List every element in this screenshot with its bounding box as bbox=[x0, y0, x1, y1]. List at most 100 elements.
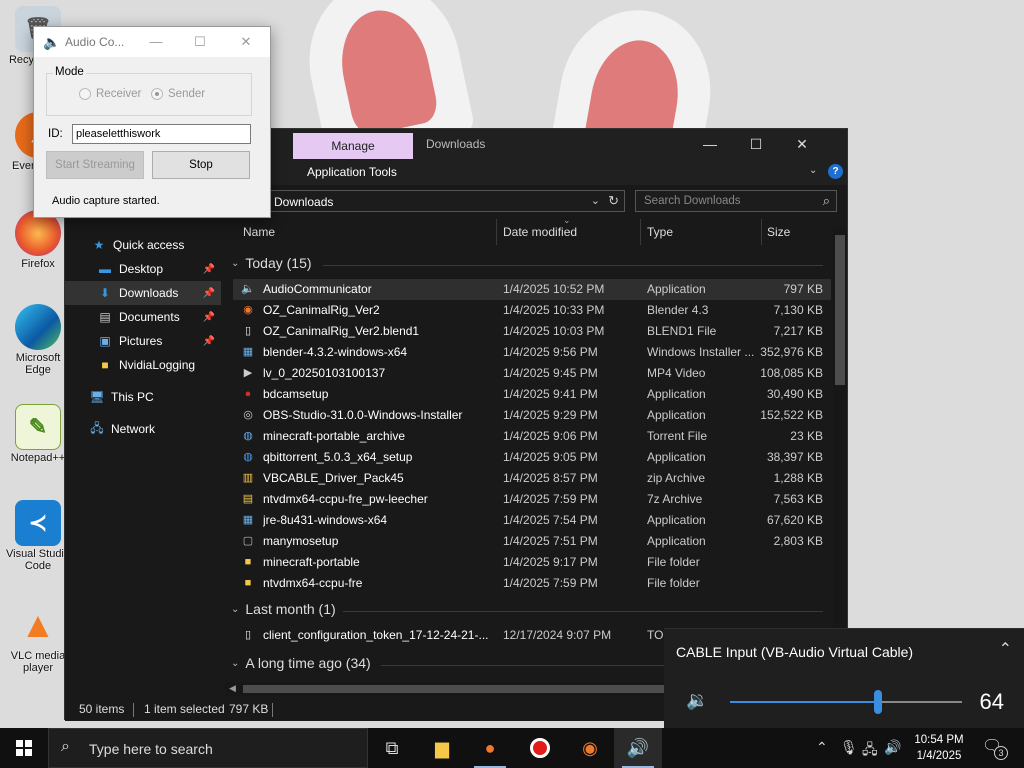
audio-device-name[interactable]: CABLE Input (VB-Audio Virtual Cable) bbox=[676, 644, 913, 660]
tab-application-tools[interactable]: Application Tools bbox=[307, 165, 397, 179]
tab-manage[interactable]: Manage bbox=[293, 133, 413, 160]
table-row[interactable]: ◎ OBS-Studio-31.0.0-Windows-Installer 1/4/… bbox=[233, 405, 831, 426]
table-row[interactable]: 🔈 AudioCommunicator 1/4/2025 10:52 PM Appli… bbox=[233, 279, 831, 300]
close-button[interactable]: ✕ bbox=[226, 27, 266, 57]
table-row[interactable]: ▥ VBCABLE_Driver_Pack45 1/4/2025 8:57 PM zi… bbox=[233, 468, 831, 489]
file-size: 23 KB bbox=[790, 429, 823, 443]
taskbar: ⌕ Type here to search ⧉ ▆ ● ◉ 🔊 ⌃ 🎙 🖧 🔊 … bbox=[0, 728, 1024, 768]
table-row[interactable]: ■ ntvdmx64-ccpu-fre 1/4/2025 7:59 PM File f… bbox=[233, 573, 831, 594]
column-divider[interactable] bbox=[761, 219, 762, 245]
group-header-last-month[interactable]: ⌄ Last month (1) bbox=[231, 601, 823, 617]
taskbar-recorder[interactable] bbox=[516, 728, 564, 768]
volume-icon[interactable]: 🔊 bbox=[884, 739, 901, 756]
vscode-icon: ≺ bbox=[15, 500, 61, 546]
speaker-icon[interactable]: 🔉 bbox=[686, 690, 708, 711]
taskbar-search[interactable]: ⌕ Type here to search bbox=[48, 728, 368, 768]
chevron-up-icon[interactable]: ⌃ bbox=[816, 739, 828, 756]
file-date: 1/4/2025 10:33 PM bbox=[503, 303, 605, 317]
file-name: OZ_CanimalRig_Ver2 bbox=[263, 303, 380, 317]
network-icon[interactable]: 🖧 bbox=[862, 739, 878, 763]
id-input[interactable] bbox=[72, 124, 251, 144]
column-divider[interactable] bbox=[640, 219, 641, 245]
nav-item-network[interactable]: 🖧 Network bbox=[65, 417, 221, 441]
volume-slider[interactable] bbox=[730, 690, 962, 714]
table-row[interactable]: ▯ OZ_CanimalRig_Ver2.blend1 1/4/2025 10:03… bbox=[233, 321, 831, 342]
file-type: Application bbox=[647, 534, 706, 548]
group-header-today[interactable]: ⌄ Today (15) bbox=[231, 255, 823, 271]
maximize-button[interactable]: ☐ bbox=[733, 129, 779, 159]
chevron-down-icon[interactable]: ⌄ bbox=[591, 194, 600, 207]
document-icon: ▤ bbox=[99, 310, 111, 324]
table-row[interactable]: ▶ lv_0_20250103100137 1/4/2025 9:45 PM MP4 … bbox=[233, 363, 831, 384]
table-row[interactable]: ▦ jre-8u431-windows-x64 1/4/2025 7:54 PM Ap… bbox=[233, 510, 831, 531]
desktop-icon-edge[interactable]: Microsoft Edge bbox=[4, 304, 72, 376]
nav-item-downloads[interactable]: ⬇ Downloads 📌 bbox=[65, 281, 221, 305]
table-row[interactable]: ■ minecraft-portable 1/4/2025 9:17 PM File … bbox=[233, 552, 831, 573]
start-button[interactable] bbox=[0, 728, 48, 768]
column-header-size[interactable]: Size bbox=[767, 225, 790, 253]
column-divider[interactable] bbox=[496, 219, 497, 245]
table-row[interactable]: ▢ manymosetup 1/4/2025 7:51 PM Application 2… bbox=[233, 531, 831, 552]
taskbar-file-explorer[interactable]: ▆ bbox=[418, 728, 466, 768]
table-row[interactable]: ▦ blender-4.3.2-windows-x64 1/4/2025 9:56 … bbox=[233, 342, 831, 363]
chevron-up-icon[interactable]: ⌃ bbox=[999, 639, 1012, 659]
group-header-long-ago[interactable]: ⌄ A long time ago (34) bbox=[231, 655, 823, 671]
table-row[interactable]: ● bdcamsetup 1/4/2025 9:41 PM Application 30… bbox=[233, 384, 831, 405]
folder-icon: ■ bbox=[244, 577, 252, 589]
file-size: 67,620 KB bbox=[766, 513, 823, 527]
refresh-icon[interactable]: ↻ bbox=[608, 193, 619, 209]
close-button[interactable]: ✕ bbox=[779, 129, 825, 159]
table-row[interactable]: ▤ ntvdmx64-ccpu-fre_pw-leecher 1/4/2025 7:… bbox=[233, 489, 831, 510]
scroll-left-icon[interactable]: ◀ bbox=[229, 683, 236, 694]
table-row[interactable]: ◍ minecraft-portable_archive 1/4/2025 9:06… bbox=[233, 426, 831, 447]
help-icon[interactable]: ? bbox=[828, 164, 843, 179]
java-installer-icon: ▦ bbox=[242, 514, 254, 526]
system-clock[interactable]: 10:54 PM 1/4/2025 bbox=[906, 732, 972, 764]
nav-item-documents[interactable]: ▤ Documents 📌 bbox=[65, 305, 221, 329]
desktop-icon-vscode[interactable]: ≺ Visual Studio Code bbox=[4, 500, 72, 572]
scrollbar-thumb[interactable] bbox=[243, 685, 673, 693]
desktop-icon-vlc[interactable]: ▲ VLC media player bbox=[4, 602, 72, 675]
nav-item-this-pc[interactable]: 🖥 This PC bbox=[65, 385, 221, 409]
column-header-type[interactable]: Type bbox=[647, 225, 673, 253]
vertical-scrollbar[interactable] bbox=[833, 227, 847, 683]
file-type: Torrent File bbox=[647, 429, 708, 443]
table-row[interactable]: ◉ OZ_CanimalRig_Ver2 1/4/2025 10:33 PM Blen… bbox=[233, 300, 831, 321]
taskbar-search-placeholder: Type here to search bbox=[89, 741, 213, 757]
sender-label: Sender bbox=[168, 88, 206, 100]
ribbon-expand-chevron-icon[interactable]: ⌄ bbox=[809, 165, 817, 176]
network-icon: 🖧 bbox=[90, 420, 104, 435]
notification-center-button[interactable]: 🗨 3 bbox=[982, 736, 1008, 760]
nav-item-quick-access[interactable]: ★ Quick access bbox=[65, 233, 221, 257]
taskbar-audio-communicator[interactable]: 🔊 bbox=[614, 728, 662, 768]
minimize-button[interactable]: — bbox=[687, 129, 733, 159]
chevron-down-icon: ⌄ bbox=[231, 603, 240, 615]
file-list: Name Date modified ⌄ Type Size ⌄ Today (… bbox=[223, 215, 831, 685]
taskbar-blender[interactable]: ◉ bbox=[566, 728, 614, 768]
nav-item-desktop[interactable]: ▬ Desktop 📌 bbox=[65, 257, 221, 281]
desktop-icon-notepad-plus-plus[interactable]: ✎ Notepad++ bbox=[4, 404, 72, 464]
taskbar-firefox[interactable]: ● bbox=[466, 728, 514, 768]
minimize-button[interactable]: — bbox=[136, 27, 176, 57]
stop-button[interactable]: Stop bbox=[152, 151, 250, 179]
volume-flyout: CABLE Input (VB-Audio Virtual Cable) ⌃ 🔉… bbox=[664, 628, 1024, 728]
microphone-icon[interactable]: 🎙 bbox=[840, 739, 858, 756]
sender-radio[interactable]: Sender bbox=[151, 88, 205, 100]
radio-circle-selected bbox=[151, 88, 163, 100]
volume-slider-thumb[interactable] bbox=[874, 690, 883, 714]
task-view-button[interactable]: ⧉ bbox=[368, 728, 416, 768]
receiver-radio[interactable]: Receiver bbox=[79, 88, 141, 100]
table-row[interactable]: ◍ qbittorrent_5.0.3_x64_setup 1/4/2025 9:0… bbox=[233, 447, 831, 468]
desktop-icon-firefox[interactable]: Firefox bbox=[4, 210, 72, 270]
search-box[interactable]: Search Downloads ⌕ bbox=[635, 190, 837, 212]
address-bar[interactable]: Downloads ⌄ ↻ bbox=[269, 190, 625, 212]
start-streaming-button[interactable]: Start Streaming bbox=[46, 151, 144, 179]
nav-item-nvidialogging[interactable]: ■ NvidiaLogging bbox=[65, 353, 221, 377]
dialog-title-bar[interactable]: 🔈 Audio Co... — ☐ ✕ bbox=[34, 27, 270, 57]
file-date: 1/4/2025 10:52 PM bbox=[503, 282, 605, 296]
file-size: 7,130 KB bbox=[773, 303, 823, 317]
nav-item-pictures[interactable]: ▣ Pictures 📌 bbox=[65, 329, 221, 353]
column-header-name[interactable]: Name bbox=[243, 225, 275, 253]
maximize-button[interactable]: ☐ bbox=[180, 27, 220, 57]
scrollbar-thumb[interactable] bbox=[835, 235, 845, 385]
